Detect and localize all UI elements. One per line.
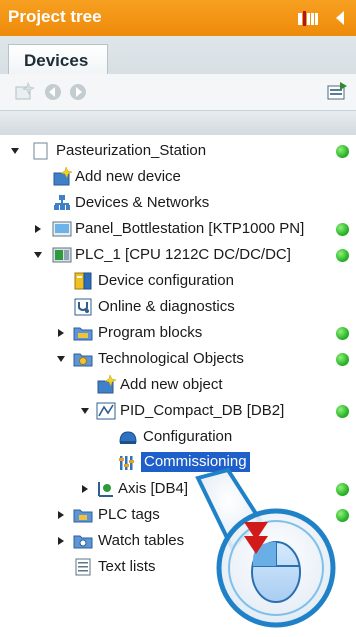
tree-item-label: Watch tables (98, 532, 185, 549)
tree-item-commissioning[interactable]: Commissioning (0, 450, 356, 476)
tree-item-project[interactable]: Pasteurization_Station (0, 138, 356, 164)
configuration-icon (119, 431, 137, 444)
tree-item-technological-objects[interactable]: Technological Objects (0, 346, 356, 372)
tree-item-add-new-device[interactable]: Add new device (0, 164, 356, 190)
status-ok-icon (336, 405, 349, 418)
project-tree-titlebar: Project tree (0, 0, 356, 36)
tree-item-label: Technological Objects (98, 350, 244, 367)
forward-icon[interactable] (68, 82, 88, 102)
tree-header-band (0, 111, 356, 135)
status-ok-icon (336, 223, 349, 236)
axis-icon (98, 482, 113, 497)
expanded-arrow-icon[interactable] (80, 406, 90, 416)
folder-icon (73, 327, 93, 341)
tree-item-label: Online & diagnostics (98, 298, 235, 315)
project-icon (33, 142, 48, 160)
expanded-arrow-icon[interactable] (10, 146, 20, 156)
tree-item-axis[interactable]: Axis [DB4] (0, 476, 356, 502)
tree-toolbar (0, 74, 356, 111)
plc-icon (52, 247, 72, 263)
online-diagnostics-icon (74, 298, 92, 316)
collapsed-arrow-icon[interactable] (33, 224, 43, 234)
tree-item-label: Pasteurization_Station (56, 142, 207, 159)
tree-item-label: Commissioning (141, 452, 250, 472)
pin-icon[interactable] (298, 10, 320, 27)
tree-item-label: Program blocks (98, 324, 203, 341)
status-ok-icon (336, 145, 349, 158)
status-ok-icon (336, 353, 349, 366)
network-icon (54, 195, 70, 210)
detail-view-icon[interactable] (326, 82, 348, 102)
tree-item-plc-tags[interactable]: PLC tags (0, 502, 356, 528)
collapsed-arrow-icon[interactable] (56, 536, 66, 546)
status-ok-icon (336, 509, 349, 522)
tree-item-devices-networks[interactable]: Devices & Networks (0, 190, 356, 216)
tree-item-online-diagnostics[interactable]: Online & diagnostics (0, 294, 356, 320)
collapsed-arrow-icon[interactable] (56, 328, 66, 338)
tree-item-panel[interactable]: Panel_Bottlestation [KTP1000 PN] (0, 216, 356, 242)
panel-title: Project tree (8, 7, 102, 26)
tree-item-label: Text lists (98, 558, 156, 575)
tree-item-device-configuration[interactable]: Device configuration (0, 268, 356, 294)
status-ok-icon (336, 483, 349, 496)
tree-item-label: Panel_Bottlestation [KTP1000 PN] (75, 220, 305, 237)
project-tree-panel: Project tree Devices Pasteurization_Stat… (0, 0, 356, 637)
collapse-arrow-icon[interactable] (334, 9, 348, 27)
collapsed-arrow-icon[interactable] (80, 484, 90, 494)
tree-item-label: PLC_1 [CPU 1212C DC/DC/DC] (75, 246, 291, 263)
add-new-device-icon (53, 167, 72, 186)
tree-item-label: Add new device (75, 168, 181, 185)
tab-devices[interactable]: Devices (8, 44, 108, 74)
expanded-arrow-icon[interactable] (33, 250, 43, 260)
add-new-object-icon (97, 375, 116, 394)
tree-item-label: Add new object (120, 376, 223, 393)
tree-item-label: Axis [DB4] (118, 480, 189, 497)
tree-item-label: PLC tags (98, 506, 160, 523)
folder-icon (73, 509, 93, 523)
back-icon[interactable] (43, 82, 63, 102)
tree-item-configuration[interactable]: Configuration (0, 424, 356, 450)
tree-item-add-new-object[interactable]: Add new object (0, 372, 356, 398)
tree-item-label: Device configuration (98, 272, 234, 289)
device-configuration-icon (74, 272, 92, 290)
status-ok-icon (336, 327, 349, 340)
tree-item-program-blocks[interactable]: Program blocks (0, 320, 356, 346)
folder-icon (73, 535, 93, 549)
text-list-icon (75, 558, 91, 576)
commissioning-icon (119, 456, 134, 470)
hmi-panel-icon (52, 221, 72, 237)
expanded-arrow-icon[interactable] (56, 354, 66, 364)
tree-item-label: Configuration (143, 428, 233, 445)
tree-item-pid-compact[interactable]: PID_Compact_DB [DB2] (0, 398, 356, 424)
new-item-icon[interactable] (14, 82, 36, 102)
tree-item-text-lists[interactable]: Text lists (0, 554, 356, 580)
collapsed-arrow-icon[interactable] (56, 510, 66, 520)
tree-item-label: PID_Compact_DB [DB2] (120, 402, 285, 419)
tree-item-label: Devices & Networks (75, 194, 210, 211)
tree-item-watch-tables[interactable]: Watch tables (0, 528, 356, 554)
pid-controller-icon (96, 402, 116, 420)
status-ok-icon (336, 249, 349, 262)
technology-folder-icon (73, 353, 93, 367)
tree-item-plc[interactable]: PLC_1 [CPU 1212C DC/DC/DC] (0, 242, 356, 268)
